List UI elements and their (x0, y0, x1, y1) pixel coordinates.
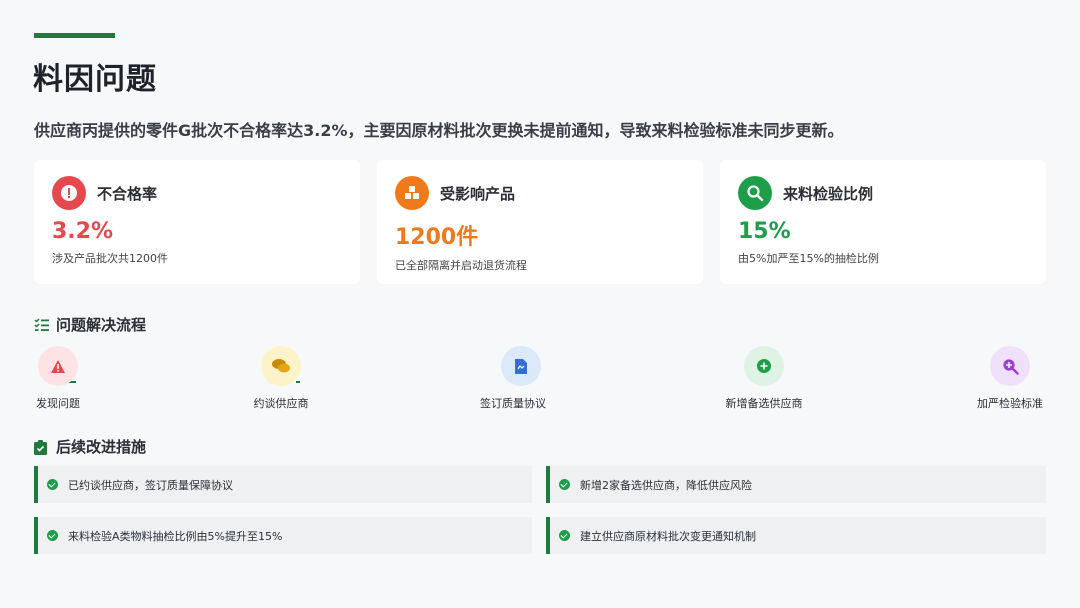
process-step: 加严检验标准 (974, 346, 1046, 411)
boxes-icon (395, 176, 429, 210)
step-label: 发现问题 (36, 397, 80, 410)
measure-text: 来料检验A类物料抽检比例由5%提升至15% (68, 529, 283, 543)
check-circle-icon (47, 479, 58, 490)
step-label: 新增备选供应商 (725, 397, 803, 410)
step-label: 签订质量协议 (480, 397, 546, 410)
metric-card-inspection-ratio: 来料检验比例 15% 由5%加严至15%的抽检比例 (720, 160, 1046, 284)
card-value: 1200件 (395, 225, 479, 250)
search-icon (738, 176, 772, 210)
card-title: 来料检验比例 (783, 184, 874, 203)
page-subtitle: 供应商丙提供的零件G批次不合格率达3.2%，主要因原材料批次更换未提前通知，导致… (34, 121, 844, 140)
card-note: 涉及产品批次共1200件 (52, 252, 168, 265)
step-label: 加严检验标准 (977, 397, 1043, 410)
measures-section-title: 后续改进措施 (34, 436, 146, 457)
measure-item: 来料检验A类物料抽检比例由5%提升至15% (34, 517, 532, 554)
warning-icon (38, 346, 78, 386)
process-step: 发现问题 (34, 346, 82, 411)
card-title: 不合格率 (97, 184, 158, 203)
process-step: 约谈供应商 (250, 346, 312, 411)
metric-card-defect-rate: 不合格率 3.2% 涉及产品批次共1200件 (34, 160, 360, 284)
measure-text: 新增2家备选供应商，降低供应风险 (580, 478, 752, 492)
chat-icon (261, 346, 301, 386)
card-note: 由5%加严至15%的抽检比例 (738, 252, 879, 265)
card-title: 受影响产品 (440, 184, 516, 203)
zoom-in-icon (990, 346, 1030, 386)
card-value: 15% (738, 219, 791, 244)
metric-card-affected-products: 受影响产品 1200件 已全部隔离并启动退货流程 (377, 160, 703, 284)
step-label: 约谈供应商 (253, 397, 309, 410)
measure-item: 新增2家备选供应商，降低供应风险 (546, 466, 1046, 503)
process-step: 签订质量协议 (480, 346, 546, 411)
check-circle-icon (559, 530, 570, 541)
check-circle-icon (47, 530, 58, 541)
measure-text: 已约谈供应商，签订质量保障协议 (68, 478, 233, 492)
process-step: 新增备选供应商 (722, 346, 806, 411)
list-check-icon (34, 317, 49, 332)
page-title: 料因问题 (33, 62, 157, 97)
clipboard-check-icon (34, 439, 48, 455)
process-section-title: 问题解决流程 (34, 314, 146, 335)
metric-cards: 不合格率 3.2% 涉及产品批次共1200件 受影响产品 1200件 已全部隔离… (34, 160, 1046, 284)
measure-item: 已约谈供应商，签订质量保障协议 (34, 466, 532, 503)
document-icon (501, 346, 541, 386)
measures-title: 后续改进措施 (56, 438, 147, 456)
process-steps: 发现问题 约谈供应商 签订质量协议 新增备选供应商 加严检验标准 (34, 346, 1046, 416)
measure-text: 建立供应商原材料批次变更通知机制 (580, 529, 756, 543)
check-circle-icon (559, 479, 570, 490)
plus-circle-icon (744, 346, 784, 386)
process-title: 问题解决流程 (56, 316, 147, 334)
measure-item: 建立供应商原材料批次变更通知机制 (546, 517, 1046, 554)
title-accent-bar (34, 33, 115, 38)
card-value: 3.2% (52, 219, 114, 244)
alert-icon (52, 176, 86, 210)
card-note: 已全部隔离并启动退货流程 (395, 259, 527, 272)
